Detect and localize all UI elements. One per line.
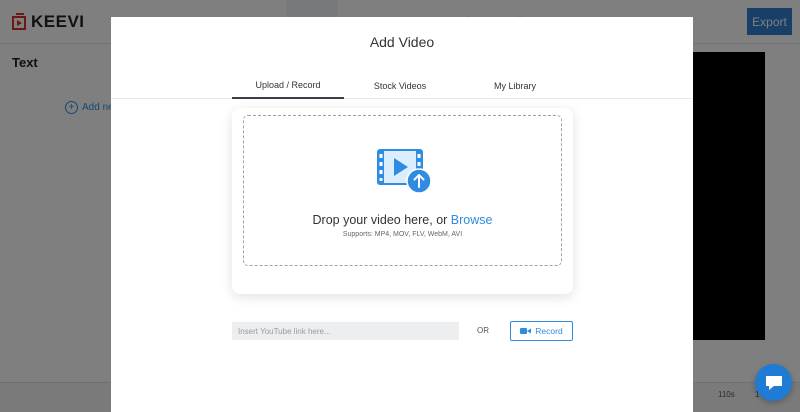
chat-support-button[interactable] <box>755 364 792 401</box>
tab-stock-videos[interactable]: Stock Videos <box>344 73 456 99</box>
video-camera-icon <box>520 327 532 335</box>
supported-formats: Supports: MP4, MOV, FLV, WebM, AVI <box>342 231 463 238</box>
add-video-modal: Add Video Upload / Record Stock Videos M… <box>111 17 693 412</box>
or-separator: OR <box>477 326 489 335</box>
drop-text: Drop your video here, or <box>312 213 448 227</box>
video-upload-icon <box>377 149 432 194</box>
drop-instruction: Drop your video here, or Browse <box>244 213 561 227</box>
youtube-link-input[interactable] <box>232 322 459 340</box>
record-button[interactable]: Record <box>510 321 573 341</box>
tab-my-library[interactable]: My Library <box>456 73 574 99</box>
record-label: Record <box>535 326 563 336</box>
chat-icon <box>765 375 782 390</box>
tab-upload-record[interactable]: Upload / Record <box>232 73 344 99</box>
video-drop-zone[interactable]: Drop your video here, or Browse Supports… <box>243 115 562 266</box>
upload-card: Drop your video here, or Browse Supports… <box>232 108 573 294</box>
browse-link[interactable]: Browse <box>451 213 493 227</box>
modal-title: Add Video <box>369 34 435 50</box>
modal-tabs: Upload / Record Stock Videos My Library <box>111 73 693 99</box>
